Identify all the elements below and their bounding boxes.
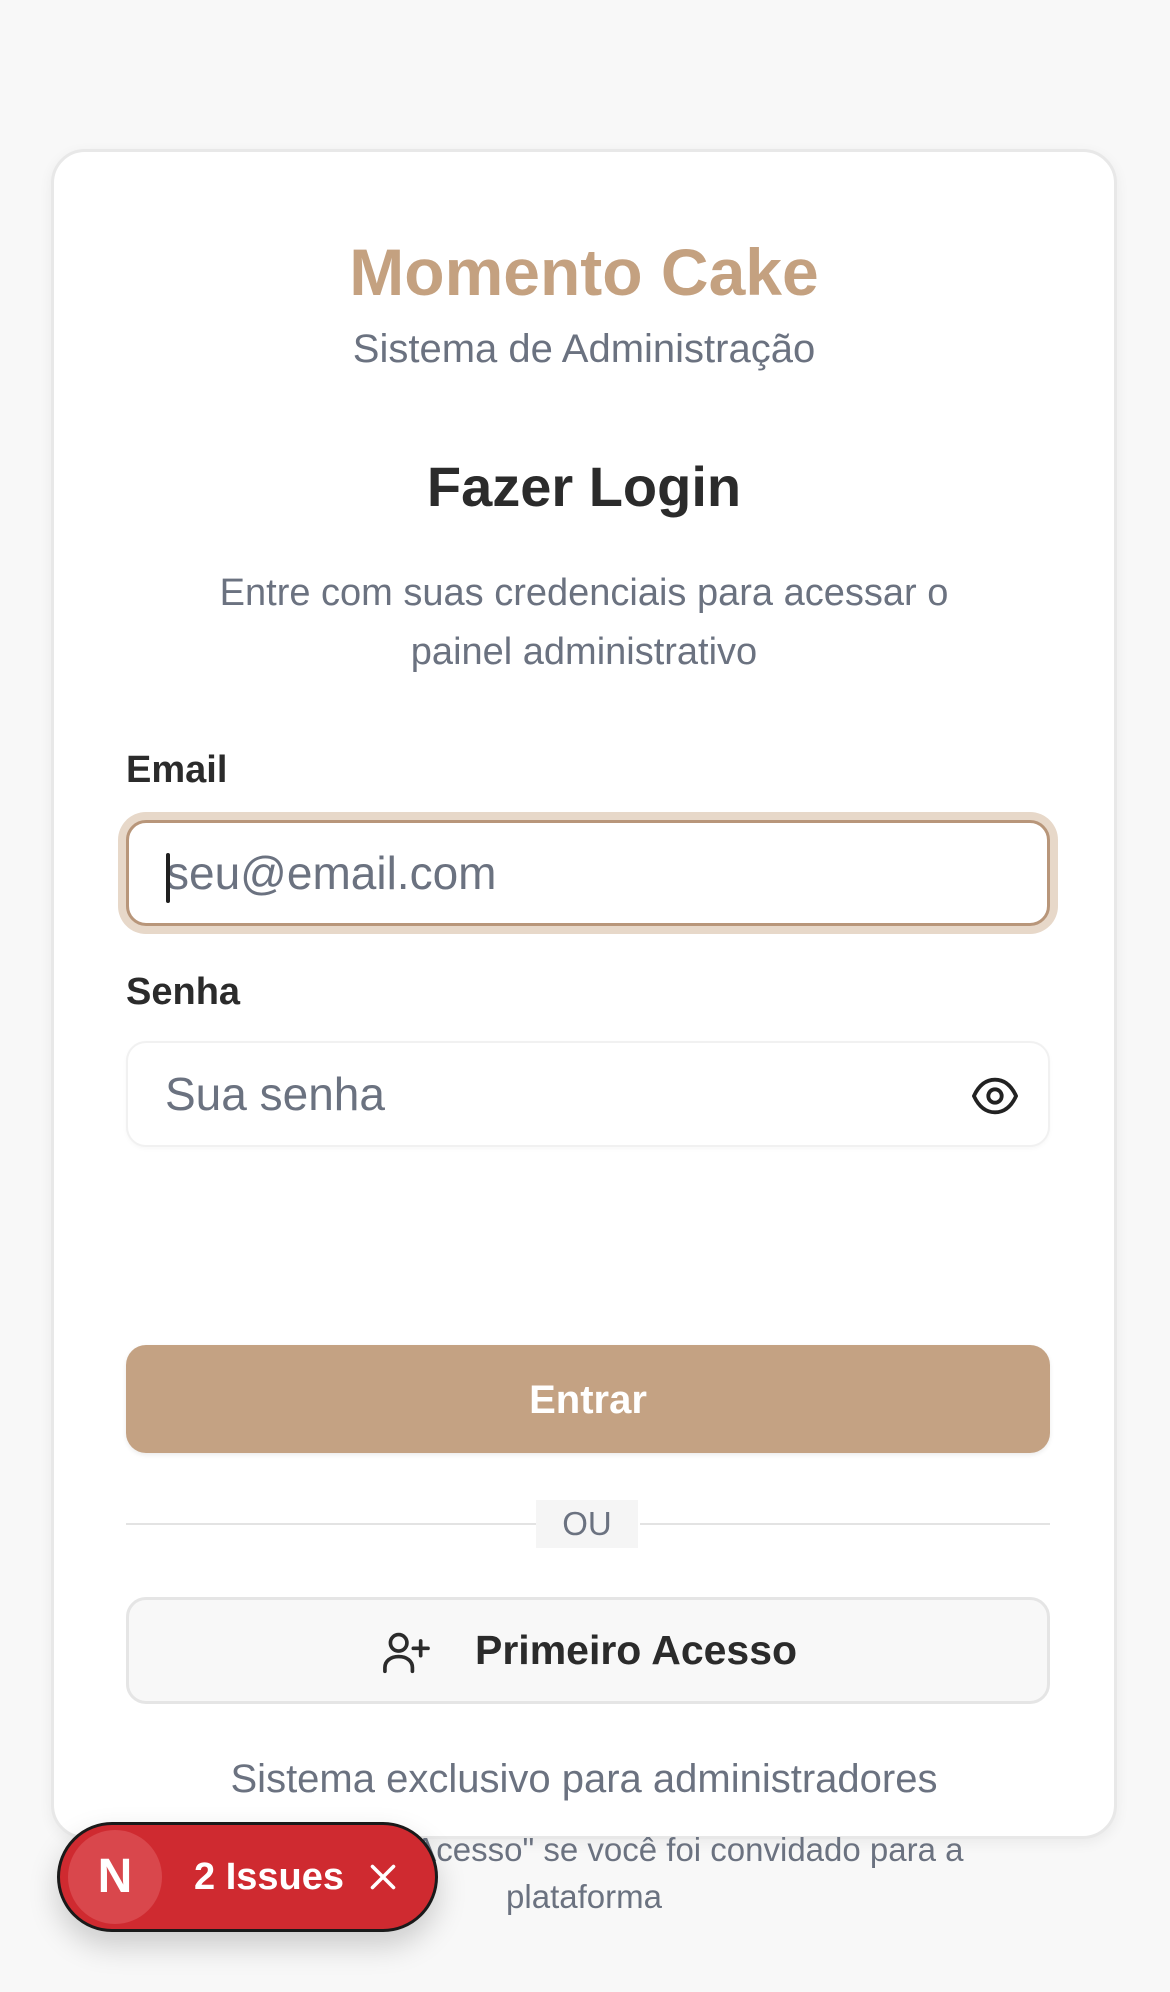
email-label: Email: [126, 749, 228, 791]
issues-count[interactable]: 2 Issues: [194, 1825, 344, 1929]
login-title: Fazer Login: [426, 455, 742, 518]
divider-or: OU: [536, 1500, 638, 1548]
dev-issues-badge[interactable]: N 2 Issues: [57, 1822, 438, 1932]
eye-icon[interactable]: [972, 1076, 1018, 1116]
nextjs-logo-icon[interactable]: N: [68, 1830, 162, 1924]
divider-line-left: [126, 1523, 536, 1525]
password-field-wrapper: [126, 1041, 1050, 1147]
login-description: Entre com suas credenciais para acessar …: [219, 572, 949, 673]
login-card: Momento Cake Sistema de Administração Fa…: [51, 149, 1117, 1915]
first-access-label: Primeiro Acesso: [475, 1627, 798, 1673]
user-plus-icon: [383, 1632, 430, 1674]
footer-note: Sistema exclusivo para administradores: [230, 1757, 938, 1801]
password-field[interactable]: [165, 1043, 965, 1145]
email-field[interactable]: [166, 823, 966, 923]
divider-line-right: [640, 1523, 1050, 1525]
brand-subtitle: Sistema de Administração: [352, 327, 816, 371]
close-icon[interactable]: [368, 1862, 398, 1892]
login-button[interactable]: Entrar: [126, 1345, 1050, 1453]
email-field-wrapper: [126, 820, 1050, 926]
text-caret: [166, 853, 170, 903]
brand-name: Momento Cake: [349, 235, 819, 309]
password-label: Senha: [126, 971, 241, 1013]
first-access-button[interactable]: Primeiro Acesso: [126, 1597, 1050, 1704]
